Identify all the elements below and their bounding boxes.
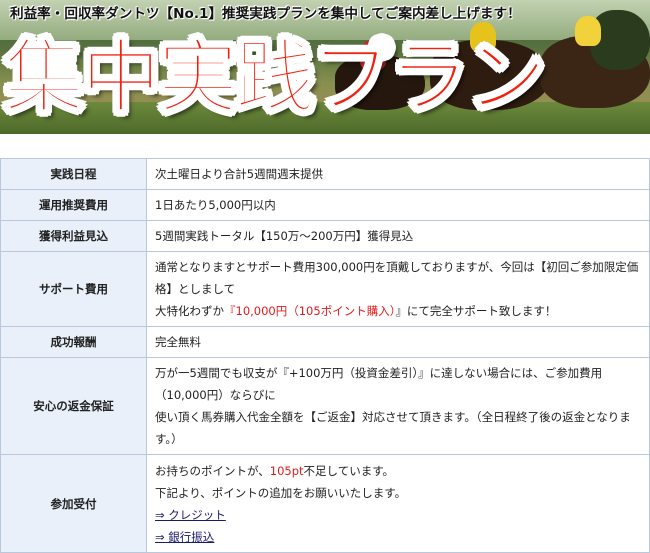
row-label-profit: 獲得利益見込 xyxy=(0,220,147,252)
table-row: 獲得利益見込 5週間実践トータル【150万〜200万円】獲得見込 xyxy=(0,220,650,252)
credit-link[interactable]: ⇒ クレジット xyxy=(155,504,226,526)
guarantee-line2: 使い頂く馬券購入代金全額を【ご返金】対応させて頂きます。（全日程終了後の返金とな… xyxy=(155,410,631,446)
row-label-support: サポート費用 xyxy=(0,251,147,327)
row-label-join: 参加受付 xyxy=(0,454,147,553)
plan-details-table: 実践日程 次土曜日より合計5週間週末提供 運用推奨費用 1日あたり5,000円以… xyxy=(0,158,650,553)
support-line2-prefix: 大特化わずか xyxy=(155,304,224,318)
support-price: 『10,000円（105ポイント購入） xyxy=(224,304,396,318)
bank-transfer-link[interactable]: ⇒ 銀行振込 xyxy=(155,526,214,548)
row-value-guarantee: 万が一5週間でも収支が『+100万円（投資金差引）』に達しない場合には、ご参加費… xyxy=(146,357,650,455)
join-points-shortfall: 105pt xyxy=(269,463,304,478)
join-line1-prefix: お持ちのポイントが、 xyxy=(155,463,270,478)
table-row: 参加受付 お持ちのポイントが、105pt不足しています。 下記より、ポイントの追… xyxy=(0,454,650,553)
join-line1-suffix: 不足しています。 xyxy=(303,463,395,478)
table-row: 運用推奨費用 1日あたり5,000円以内 xyxy=(0,189,650,221)
table-row: 安心の返金保証 万が一5週間でも収支が『+100万円（投資金差引）』に達しない場… xyxy=(0,357,650,455)
row-value-cost: 1日あたり5,000円以内 xyxy=(146,189,650,221)
row-value-reward: 完全無料 xyxy=(146,326,650,358)
row-label-cost: 運用推奨費用 xyxy=(0,189,147,221)
jockey-image xyxy=(575,16,601,46)
row-label-guarantee: 安心の返金保証 xyxy=(0,357,147,455)
banner-title: 集中実践プラン xyxy=(3,30,547,125)
row-label-reward: 成功報酬 xyxy=(0,326,147,358)
row-value-join: お持ちのポイントが、105pt不足しています。 下記より、ポイントの追加をお願い… xyxy=(146,454,650,553)
join-line2: 下記より、ポイントの追加をお願いいたします。 xyxy=(155,485,407,500)
table-row: サポート費用 通常となりますとサポート費用300,000円を頂戴しておりますが、… xyxy=(0,251,650,327)
row-label-schedule: 実践日程 xyxy=(0,158,147,190)
row-value-profit: 5週間実践トータル【150万〜200万円】獲得見込 xyxy=(146,220,650,252)
banner-tagline: 利益率・回収率ダントツ【No.1】推奨実践プランを集中してご案内差し上げます！ xyxy=(10,6,521,22)
table-row: 実践日程 次土曜日より合計5週間週末提供 xyxy=(0,158,650,190)
support-line1: 通常となりますとサポート費用300,000円を頂戴しておりますが、今回は【初回ご… xyxy=(155,260,639,296)
hero-banner: 利益率・回収率ダントツ【No.1】推奨実践プランを集中してご案内差し上げます！ … xyxy=(0,0,650,134)
guarantee-line1: 万が一5週間でも収支が『+100万円（投資金差引）』に達しない場合には、ご参加費… xyxy=(155,366,603,402)
table-row: 成功報酬 完全無料 xyxy=(0,326,650,358)
row-value-support: 通常となりますとサポート費用300,000円を頂戴しておりますが、今回は【初回ご… xyxy=(146,251,650,327)
support-line2-suffix: 』にて完全サポート致します！ xyxy=(395,304,557,318)
row-value-schedule: 次土曜日より合計5週間週末提供 xyxy=(146,158,650,190)
